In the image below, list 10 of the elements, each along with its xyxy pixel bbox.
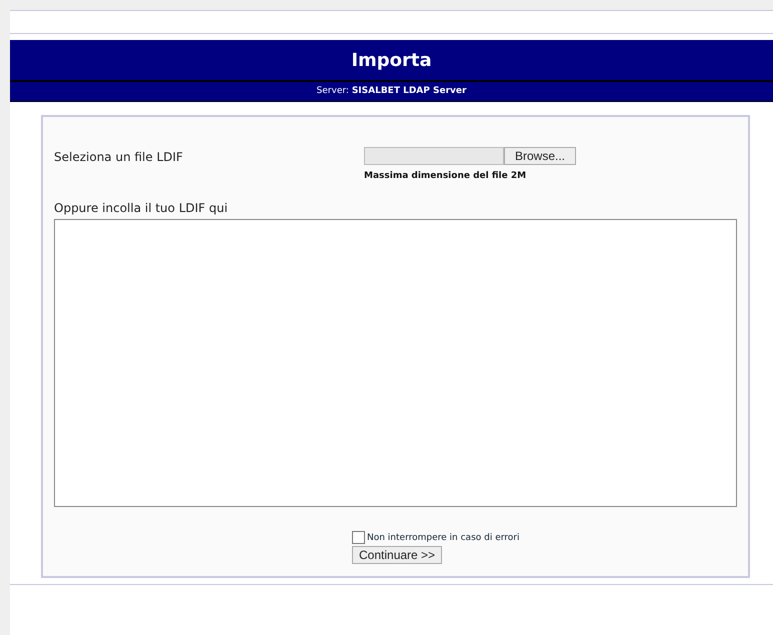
file-path-field[interactable]	[364, 147, 504, 165]
checkbox-label: Non interrompere in caso di errori	[367, 532, 520, 542]
continue-button[interactable]: Continuare >>	[352, 546, 442, 564]
page-title: Importa	[10, 40, 773, 82]
continue-checkbox[interactable]	[352, 531, 365, 544]
browse-button[interactable]: Browse...	[504, 147, 576, 165]
file-label: Seleziona un file LDIF	[54, 150, 183, 166]
ldif-text-area[interactable]	[54, 219, 737, 507]
paste-label: Oppure incolla il tuo LDIF qui	[54, 201, 229, 215]
max-size-note: Massima dimensione del file 2M	[364, 171, 528, 181]
